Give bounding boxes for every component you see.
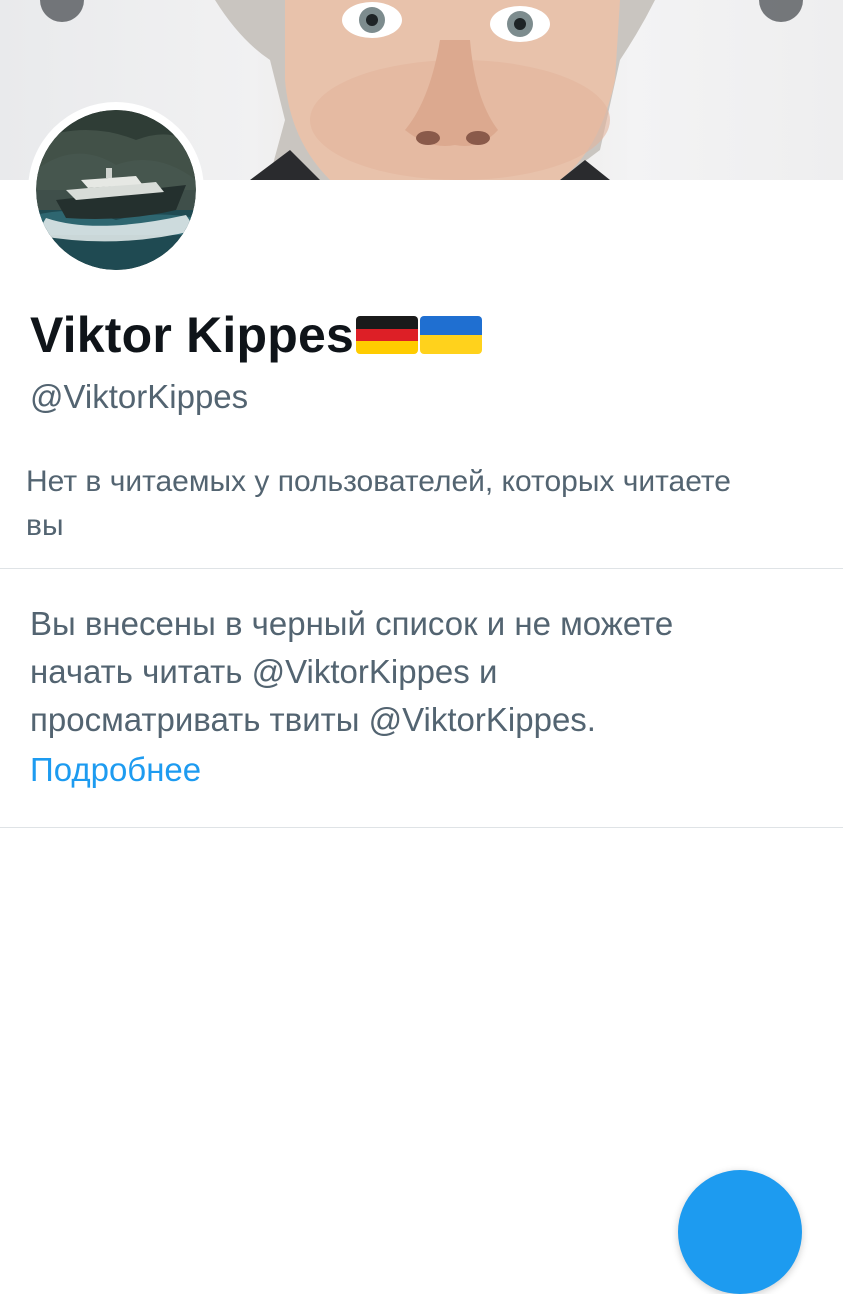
divider — [0, 827, 843, 828]
avatar-yacht-image — [36, 110, 196, 270]
ukraine-flag-icon — [420, 316, 482, 354]
germany-flag-icon — [356, 316, 418, 354]
display-name-text: Viktor Kippes — [30, 307, 354, 363]
divider — [0, 568, 843, 569]
profile-display-name: Viktor Kippes — [30, 300, 482, 370]
learn-more-link[interactable]: Подробнее — [30, 746, 201, 794]
profile-handle: @ViktorKippes — [30, 378, 249, 415]
blocked-message: Вы внесены в черный список и не можете н… — [30, 605, 674, 738]
compose-fab-button[interactable] — [678, 1170, 802, 1294]
followers-you-know-note: Нет в читаемых у пользователей, которых … — [26, 465, 731, 542]
avatar[interactable] — [28, 102, 204, 278]
